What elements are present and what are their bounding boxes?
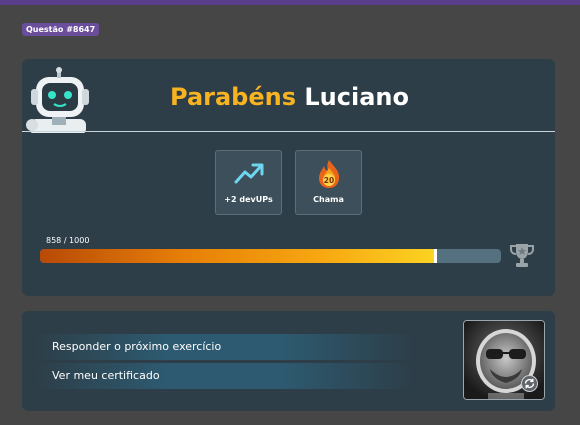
robot-mascot-icon bbox=[26, 67, 89, 133]
xp-progress-marker bbox=[434, 249, 437, 263]
header-divider bbox=[22, 131, 555, 132]
user-avatar[interactable] bbox=[463, 320, 545, 400]
top-strip bbox=[0, 0, 580, 5]
greeting-text: Parabéns bbox=[170, 83, 296, 111]
flame-streak-count: 20 bbox=[323, 176, 333, 185]
question-number-badge: Questão #8647 bbox=[22, 23, 100, 36]
reward-flame: 20 Chama bbox=[295, 150, 362, 215]
xp-progress-fill bbox=[40, 249, 436, 263]
reward-devups-label: +2 devUPs bbox=[224, 195, 273, 204]
result-card: Parabéns Luciano +2 devUPs 20 Chama 858 … bbox=[22, 59, 555, 296]
xp-progress-label: 858 / 1000 bbox=[46, 236, 90, 245]
next-actions-card: Responder o próximo exercício Ver meu ce… bbox=[22, 311, 555, 411]
reward-devups: +2 devUPs bbox=[215, 150, 282, 215]
flame-icon: 20 bbox=[318, 160, 339, 188]
congratulations-title: Parabéns Luciano bbox=[170, 83, 410, 111]
trophy-icon bbox=[510, 244, 534, 267]
refresh-icon[interactable] bbox=[521, 375, 538, 392]
trending-up-icon bbox=[234, 163, 263, 184]
next-exercise-link[interactable]: Responder o próximo exercício bbox=[34, 334, 414, 360]
reward-flame-label: Chama bbox=[313, 195, 344, 204]
view-certificate-link[interactable]: Ver meu certificado bbox=[34, 363, 414, 389]
xp-progress-bar bbox=[40, 249, 501, 263]
user-name: Luciano bbox=[304, 83, 409, 111]
